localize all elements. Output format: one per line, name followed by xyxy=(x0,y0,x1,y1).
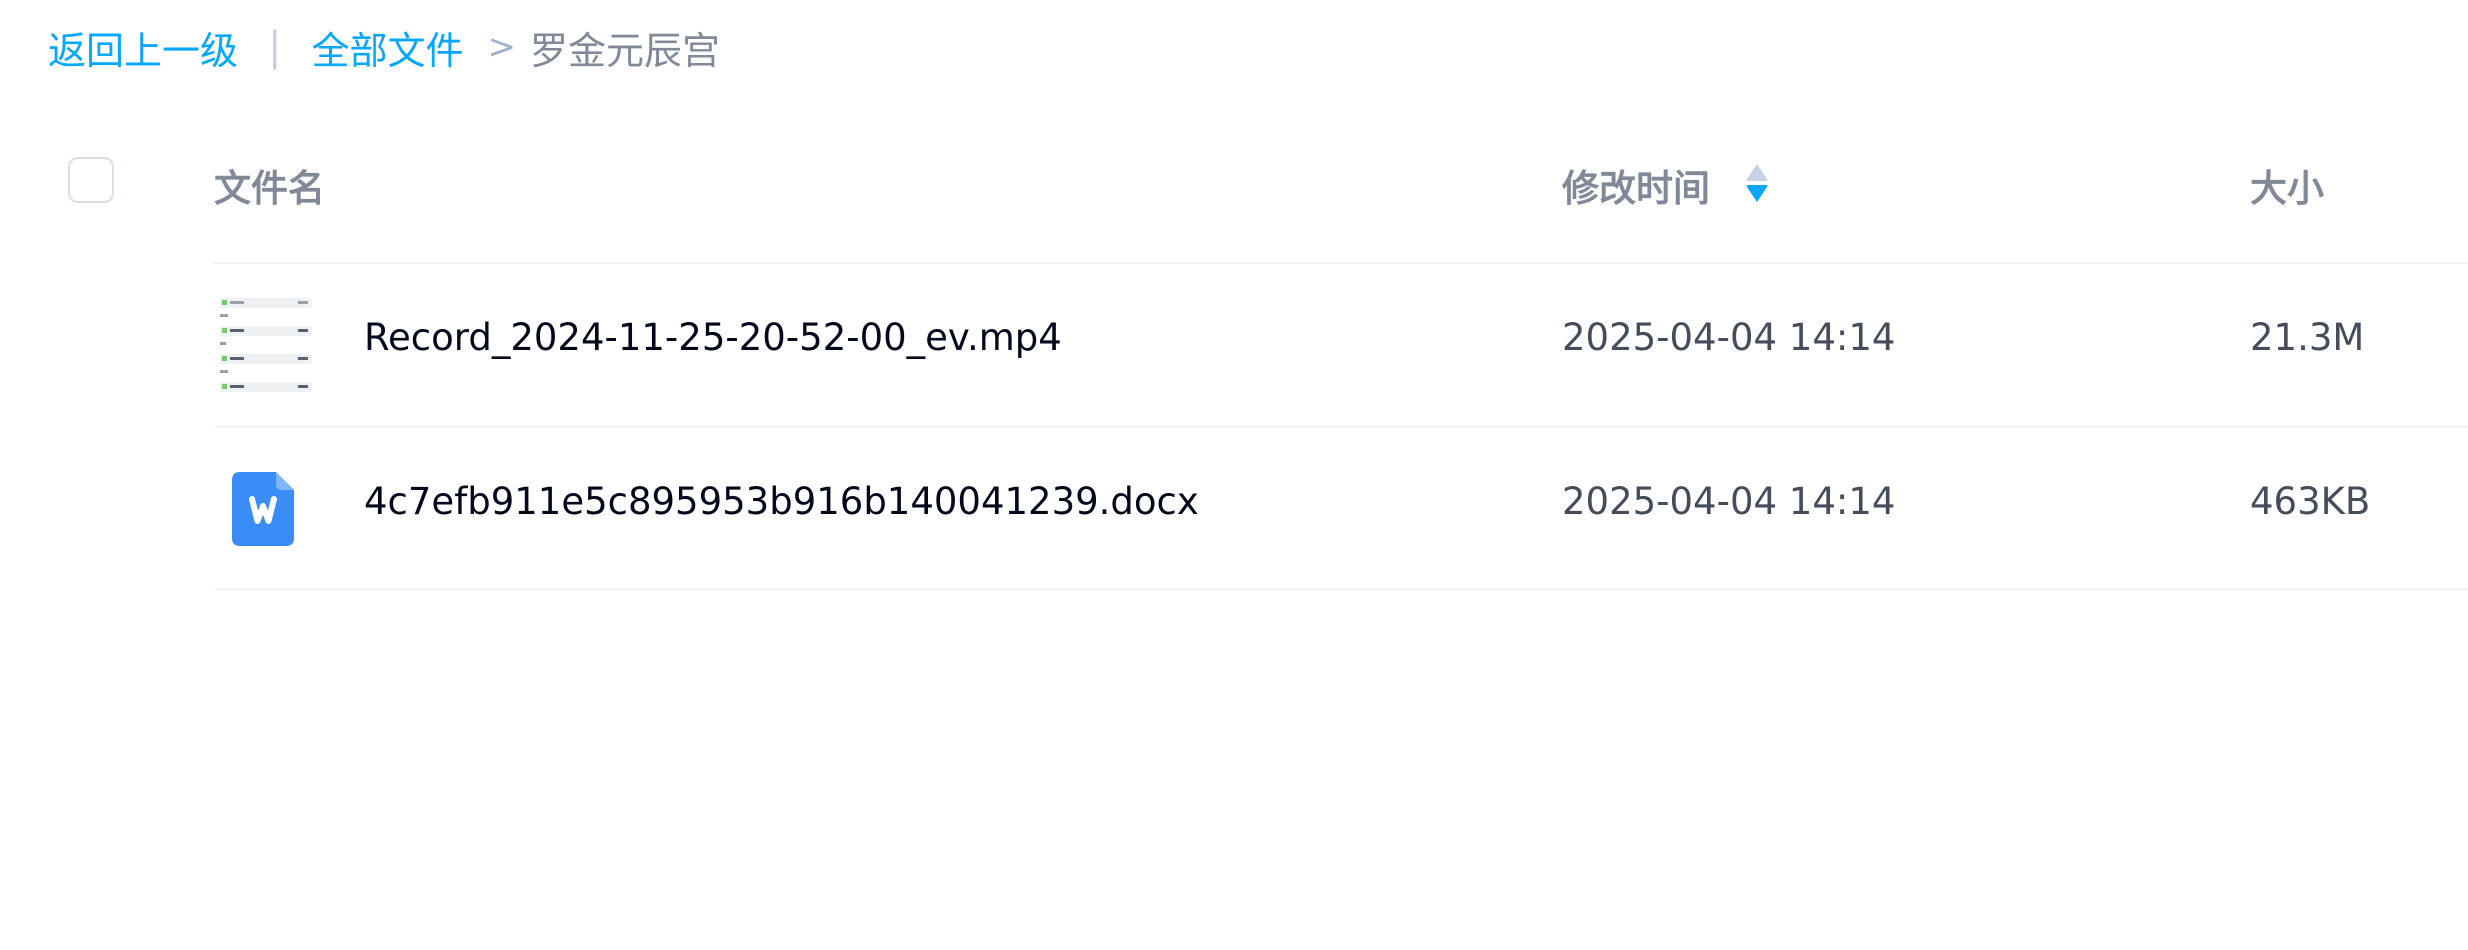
file-row[interactable]: Record_2024-11-25-20-52-00_ev.mp4 2025-0… xyxy=(214,262,2468,424)
file-size: 463KB xyxy=(2250,480,2371,523)
breadcrumb-divider: | xyxy=(268,24,282,70)
file-modified-time: 2025-04-04 14:14 xyxy=(1562,316,1896,359)
file-modified-time: 2025-04-04 14:14 xyxy=(1562,480,1896,523)
video-thumbnail-icon xyxy=(218,294,316,396)
file-row[interactable]: 4c7efb911e5c895953b916b140041239.docx 20… xyxy=(214,426,2468,590)
file-name-link[interactable]: 4c7efb911e5c895953b916b140041239.docx xyxy=(364,480,1199,523)
word-document-icon xyxy=(232,472,294,546)
file-name-link[interactable]: Record_2024-11-25-20-52-00_ev.mp4 xyxy=(364,316,1062,359)
breadcrumb: 返回上一级 | 全部文件 > 罗金元辰宫 xyxy=(48,20,721,75)
column-header-size: 大小 xyxy=(2250,167,2324,210)
select-all-checkbox[interactable] xyxy=(68,157,114,203)
breadcrumb-separator: > xyxy=(487,27,517,67)
column-header-modified[interactable]: 修改时间 xyxy=(1562,158,1710,212)
file-table-header: 文件名 修改时间 大小 xyxy=(0,130,2468,262)
sort-toggle-icon[interactable] xyxy=(1744,162,1770,204)
column-header-name: 文件名 xyxy=(214,167,325,210)
back-link[interactable]: 返回上一级 xyxy=(48,20,238,75)
file-size: 21.3M xyxy=(2250,316,2365,359)
breadcrumb-current: 罗金元辰宫 xyxy=(530,28,721,73)
breadcrumb-root-link[interactable]: 全部文件 xyxy=(312,20,464,75)
